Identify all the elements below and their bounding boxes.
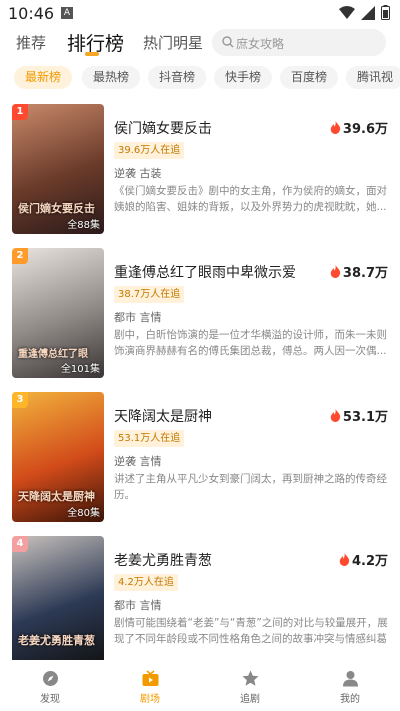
drama-card[interactable]: 2 重逢傅总红了眼 全101集 重逢傅总红了眼雨中卑微示爱 38.7万 38.7… (12, 248, 388, 378)
drama-card[interactable]: 3 天降阔太是厨神 全80集 天降阔太是厨神 53.1万 53.1万人在追 逆袭… (12, 392, 388, 522)
drama-title[interactable]: 老姜尤勇胜青葱 (114, 550, 212, 570)
drama-description: 剧情可能围绕着“老姜”与“青葱”之间的对比与较量展开，展现了不同年龄段或不同性格… (114, 617, 388, 645)
genre-tags: 逆袭 言情 (114, 455, 162, 468)
notification-icon: A (61, 7, 73, 19)
genre-tags: 都市 言情 (114, 599, 162, 612)
search-icon (222, 36, 234, 48)
flame-icon (330, 409, 341, 422)
heat-score: 39.6万 (330, 118, 388, 137)
tab-recommend[interactable]: 推荐 (16, 32, 46, 53)
episode-count: 全101集 (60, 364, 100, 375)
category-baidu[interactable]: 百度榜 (280, 66, 339, 89)
ranking-list: 1 侯门嫡女要反击 全88集 侯门嫡女要反击 39.6万 39.6万人在追 逆袭… (0, 104, 400, 660)
heat-score: 4.2万 (339, 550, 388, 569)
star-icon (242, 670, 258, 686)
wifi-icon (339, 5, 355, 19)
heat-value: 53.1万 (342, 410, 388, 425)
drama-poster[interactable]: 3 天降阔太是厨神 全80集 (12, 392, 104, 522)
category-kuaishou[interactable]: 快手榜 (214, 66, 273, 89)
drama-title[interactable]: 侯门嫡女要反击 (114, 118, 212, 138)
poster-title: 老姜尤勇胜青葱 (18, 634, 95, 647)
compass-icon (42, 671, 58, 686)
top-tab-bar: 推荐 排行榜 热门明星 庶女攻略 (0, 28, 400, 58)
rank-badge: 4 (12, 536, 28, 552)
flame-icon (330, 121, 341, 134)
drama-title[interactable]: 重逢傅总红了眼雨中卑微示爱 (114, 262, 296, 282)
drama-description: 剧中，白昕怡饰演的是一位才华横溢的设计师，而朱一未则饰演商界赫赫有名的傅氏集团总… (114, 329, 387, 357)
nav-discover[interactable]: 发现 (0, 660, 100, 711)
category-bar: 最新榜 最热榜 抖音榜 快手榜 百度榜 腾讯视 (0, 66, 400, 90)
watching-badge: 38.7万人在追 (114, 286, 185, 303)
category-newest[interactable]: 最新榜 (14, 66, 73, 89)
heat-value: 4.2万 (351, 554, 388, 569)
rank-badge: 2 (12, 248, 28, 264)
signal-icon (361, 5, 375, 20)
status-icons (339, 5, 390, 20)
search-box[interactable]: 庶女攻略 (212, 29, 386, 56)
nav-label: 追剧 (240, 694, 260, 705)
active-tab-indicator (85, 52, 99, 56)
nav-label: 发现 (40, 694, 60, 705)
tab-hot-stars[interactable]: 热门明星 (143, 32, 203, 53)
rank-badge: 1 (12, 104, 28, 120)
nav-profile[interactable]: 我的 (300, 660, 400, 711)
nav-label: 剧场 (140, 694, 160, 705)
category-tencent[interactable]: 腾讯视 (346, 66, 400, 89)
genre-tags: 都市 言情 (114, 311, 162, 324)
drama-poster[interactable]: 4 老姜尤勇胜青葱 (12, 536, 104, 660)
drama-description: 讲述了主角从平凡少女到豪门阔太，再到厨神之路的传奇经历。 (114, 473, 387, 501)
episode-count: 全88集 (67, 220, 100, 231)
drama-poster[interactable]: 2 重逢傅总红了眼 全101集 (12, 248, 104, 378)
nav-label: 我的 (340, 694, 360, 705)
drama-poster[interactable]: 1 侯门嫡女要反击 全88集 (12, 104, 104, 234)
battery-icon (381, 5, 390, 20)
drama-title[interactable]: 天降阔太是厨神 (114, 406, 212, 426)
flame-icon (339, 553, 350, 566)
category-hottest[interactable]: 最热榜 (82, 66, 141, 89)
status-time: 10:46 (8, 4, 55, 23)
status-bar: 10:46 A (0, 0, 400, 28)
heat-value: 38.7万 (342, 266, 388, 281)
tv-play-icon (142, 670, 158, 686)
watching-badge: 39.6万人在追 (114, 142, 185, 159)
drama-card[interactable]: 4 老姜尤勇胜青葱 老姜尤勇胜青葱 4.2万 4.2万人在追 都市 言情 剧情可… (12, 536, 388, 660)
heat-value: 39.6万 (342, 122, 388, 137)
poster-title: 侯门嫡女要反击 (18, 202, 95, 215)
heat-score: 38.7万 (330, 262, 388, 281)
drama-description: 《侯门嫡女要反击》剧中的女主角，作为侯府的嫡女，面对姨娘的陷害、姐妹的背叛，以及… (114, 185, 387, 213)
drama-card[interactable]: 1 侯门嫡女要反击 全88集 侯门嫡女要反击 39.6万 39.6万人在追 逆袭… (12, 104, 388, 234)
flame-icon (330, 265, 341, 278)
heat-score: 53.1万 (330, 406, 388, 425)
genre-tags: 逆袭 古装 (114, 167, 162, 180)
rank-badge: 3 (12, 392, 28, 408)
category-douyin[interactable]: 抖音榜 (148, 66, 207, 89)
bottom-nav: 发现 剧场 追剧 我的 (0, 660, 400, 711)
search-placeholder: 庶女攻略 (236, 37, 285, 51)
watching-badge: 4.2万人在追 (114, 574, 178, 591)
nav-follow[interactable]: 追剧 (200, 660, 300, 711)
poster-title: 天降阔太是厨神 (18, 490, 95, 503)
person-icon (342, 671, 358, 687)
nav-theater[interactable]: 剧场 (100, 660, 200, 711)
watching-badge: 53.1万人在追 (114, 430, 185, 447)
poster-title: 重逢傅总红了眼 (18, 349, 88, 360)
episode-count: 全80集 (67, 508, 100, 519)
